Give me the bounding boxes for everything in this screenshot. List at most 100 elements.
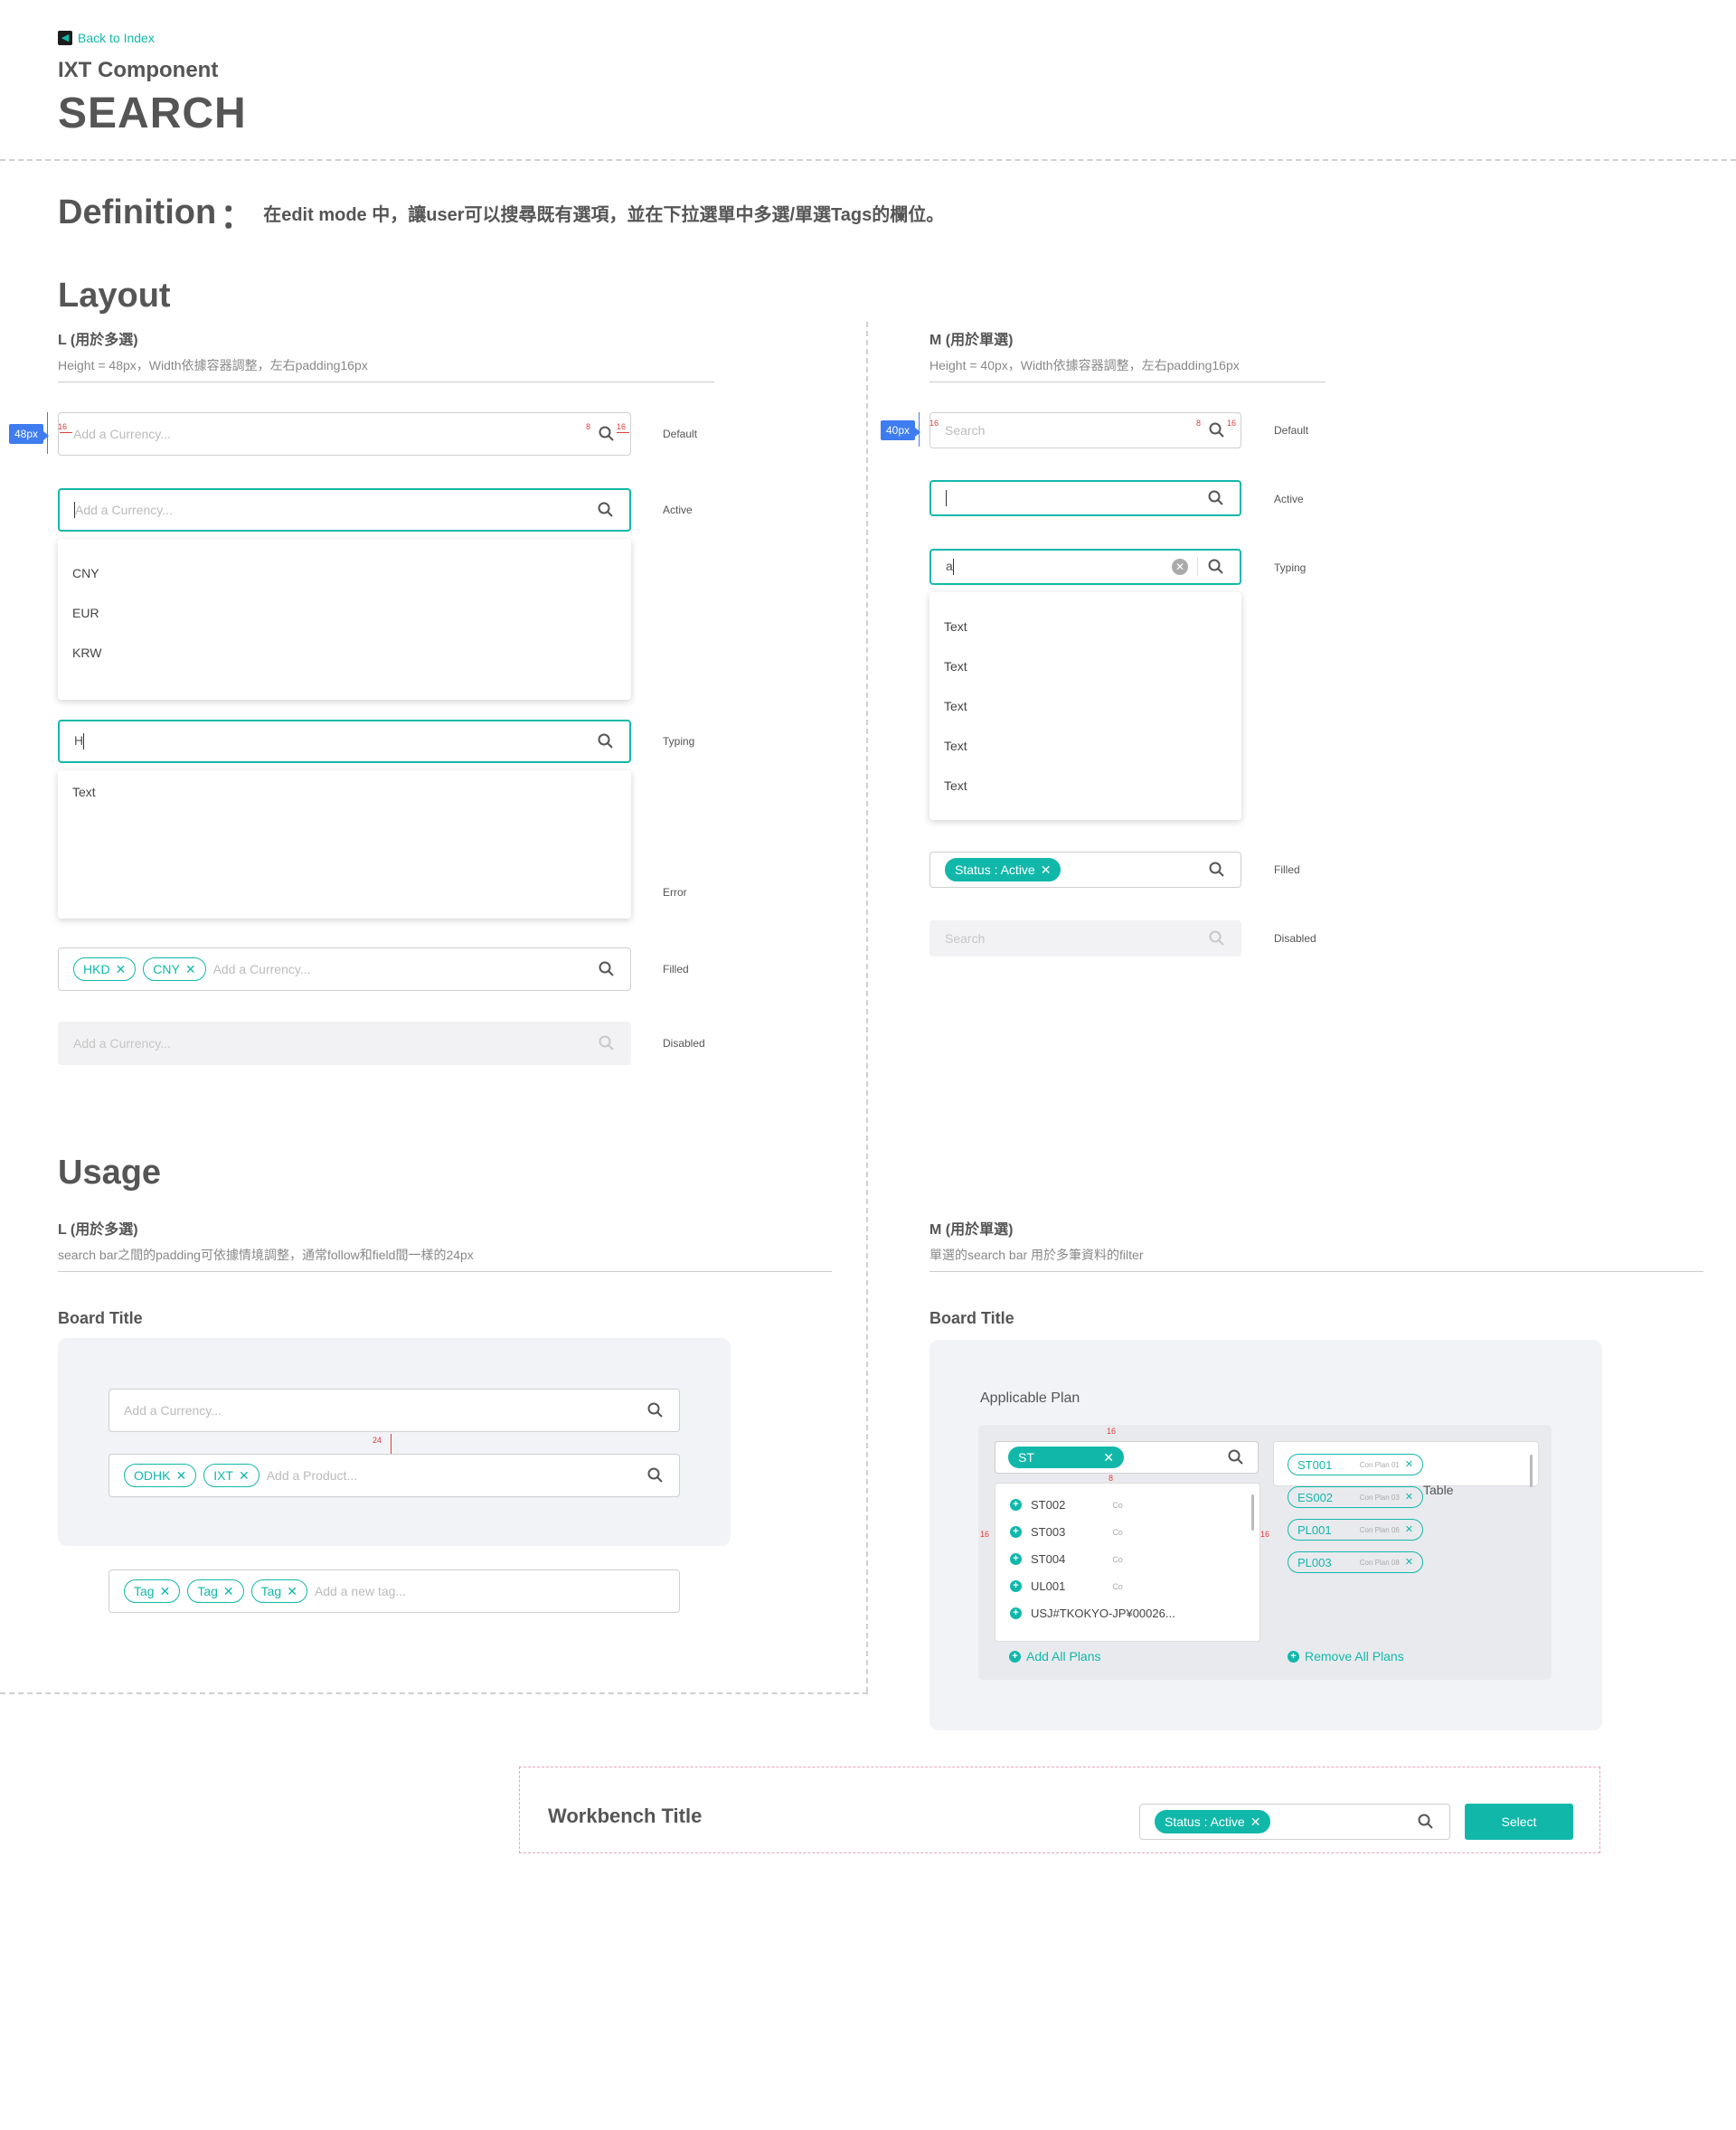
add-all-plans-button[interactable]: + Add All Plans xyxy=(1009,1649,1101,1663)
remove-all-plans-button[interactable]: + Remove All Plans xyxy=(1288,1649,1404,1663)
search-m-filled[interactable]: Status : Active ✕ xyxy=(929,852,1241,888)
tag-chip[interactable]: Tag ✕ xyxy=(250,1579,307,1603)
search-icon[interactable] xyxy=(646,1466,665,1484)
tag-chip[interactable]: IXT ✕ xyxy=(203,1464,259,1487)
plan-list-item[interactable]: + USJ#TKOKYO-JP¥00026... xyxy=(1010,1607,1175,1620)
search-l-filled[interactable]: HKD ✕ CNY ✕ Add a Currency... xyxy=(58,947,631,991)
padding-left-mark: 16 xyxy=(929,419,939,428)
close-icon[interactable]: ✕ xyxy=(1405,1557,1413,1568)
back-to-index-link[interactable]: ◀ Back to Index xyxy=(58,31,155,45)
plus-icon[interactable]: + xyxy=(1010,1607,1022,1619)
selected-plan-chip[interactable]: PL003 Con Plan 08 ✕ xyxy=(1288,1551,1423,1573)
tag-chip[interactable]: Tag ✕ xyxy=(187,1579,244,1603)
search-icon[interactable] xyxy=(597,501,615,519)
close-icon[interactable]: ✕ xyxy=(116,963,127,975)
search-icon[interactable] xyxy=(597,732,615,750)
search-tag-chip[interactable]: ST ✕ xyxy=(1008,1447,1124,1468)
close-icon[interactable]: ✕ xyxy=(1041,863,1052,876)
close-icon[interactable]: ✕ xyxy=(1250,1815,1261,1828)
search-icon[interactable] xyxy=(1207,558,1225,576)
close-icon[interactable]: ✕ xyxy=(185,963,196,975)
selected-plan-chip[interactable]: ST001 Con Plan 01 ✕ xyxy=(1288,1454,1423,1475)
plus-icon: + xyxy=(1288,1650,1299,1663)
close-icon[interactable]: ✕ xyxy=(1405,1459,1413,1470)
dropdown-option[interactable]: Text xyxy=(944,699,967,713)
definition-colon: ： xyxy=(220,198,255,236)
dropdown-option[interactable]: KRW xyxy=(72,646,101,660)
search-m-default-placeholder: Search xyxy=(945,423,986,438)
search-icon[interactable] xyxy=(1208,421,1226,439)
tag-label: HKD xyxy=(83,962,110,976)
close-icon[interactable]: ✕ xyxy=(160,1585,171,1598)
close-icon[interactable]: ✕ xyxy=(287,1585,297,1598)
search-icon[interactable] xyxy=(1227,1448,1245,1466)
search-icon[interactable] xyxy=(1207,489,1225,507)
search-icon[interactable] xyxy=(598,960,616,978)
workbench-search[interactable]: Status : Active ✕ xyxy=(1139,1804,1450,1840)
search-icon[interactable] xyxy=(1417,1813,1435,1831)
state-label-default: Default xyxy=(663,428,698,440)
tag-chip[interactable]: CNY ✕ xyxy=(143,957,206,981)
tag-chip[interactable]: HKD ✕ xyxy=(73,957,137,981)
plus-icon[interactable]: + xyxy=(1010,1553,1022,1565)
close-icon[interactable]: ✕ xyxy=(223,1585,234,1598)
dropdown-option[interactable]: Text xyxy=(944,659,967,674)
scrollbar-thumb[interactable] xyxy=(1251,1494,1254,1531)
dropdown-option[interactable]: Text xyxy=(944,739,967,753)
search-l-active[interactable]: Add a Currency... xyxy=(58,488,631,532)
tag-chip[interactable]: Tag ✕ xyxy=(124,1579,181,1603)
usage-product-search[interactable]: ODHK ✕ IXT ✕ Add a Product... xyxy=(108,1454,680,1497)
close-icon[interactable]: ✕ xyxy=(239,1469,250,1482)
close-icon[interactable]: ✕ xyxy=(1405,1492,1413,1503)
state-label-typing: Typing xyxy=(1274,561,1307,574)
close-icon[interactable]: ✕ xyxy=(1103,1451,1114,1464)
plus-icon[interactable]: + xyxy=(1010,1526,1022,1538)
dropdown-result[interactable]: Text xyxy=(72,785,96,799)
usage-tag-input[interactable]: Tag ✕ Tag ✕ Tag ✕ Add a new tag... xyxy=(108,1569,680,1613)
status-tag-chip[interactable]: Status : Active ✕ xyxy=(945,858,1061,881)
board-title: Board Title xyxy=(929,1309,1014,1327)
search-icon[interactable] xyxy=(598,425,616,443)
scrollbar-thumb[interactable] xyxy=(1530,1455,1533,1487)
search-l-default-placeholder: Add a Currency... xyxy=(73,427,171,441)
dropdown-option[interactable]: CNY xyxy=(72,566,99,580)
product-placeholder: Add a Product... xyxy=(266,1468,358,1483)
tag-label: IXT xyxy=(213,1468,233,1483)
selected-plan-chip[interactable]: PL001 Con Plan 06 ✕ xyxy=(1288,1519,1423,1541)
close-icon[interactable]: ✕ xyxy=(175,1469,186,1482)
select-button[interactable]: Select xyxy=(1465,1804,1573,1840)
search-m-active[interactable] xyxy=(929,480,1241,516)
usage-l-board xyxy=(58,1338,731,1546)
usage-currency-search[interactable]: Add a Currency... xyxy=(108,1389,680,1432)
search-l-default[interactable]: Add a Currency... xyxy=(58,412,631,456)
search-icon[interactable] xyxy=(1208,861,1226,879)
dropdown-option[interactable]: EUR xyxy=(72,606,99,620)
plan-list-item[interactable]: + UL001 Co xyxy=(1010,1579,1123,1593)
tag-label: Tag xyxy=(197,1584,218,1598)
tag-label: Tag xyxy=(260,1584,282,1598)
plus-icon[interactable]: + xyxy=(1010,1499,1022,1511)
plan-list-item[interactable]: + ST004 Co xyxy=(1010,1552,1123,1566)
plan-code: UL001 xyxy=(1031,1579,1066,1593)
dropdown-option[interactable]: Text xyxy=(944,619,967,634)
clear-icon[interactable]: ✕ xyxy=(1172,559,1188,575)
search-l-typing[interactable]: H xyxy=(58,720,631,763)
selected-plan-chip[interactable]: ES002 Con Plan 03 ✕ xyxy=(1288,1486,1423,1508)
back-arrow-icon: ◀ xyxy=(58,31,72,45)
search-icon[interactable] xyxy=(646,1401,665,1419)
back-link-label: Back to Index xyxy=(78,31,155,45)
plan-code: USJ#TKOKYO-JP¥00026... xyxy=(1031,1607,1175,1620)
search-m-default[interactable]: Search xyxy=(929,412,1241,448)
plan-list-item[interactable]: + ST003 Co xyxy=(1010,1525,1123,1539)
status-tag-chip[interactable]: Status : Active ✕ xyxy=(1155,1810,1271,1833)
plus-icon[interactable]: + xyxy=(1010,1580,1022,1592)
search-m-typing[interactable]: a ✕ xyxy=(929,549,1241,585)
tag-chip[interactable]: ODHK ✕ xyxy=(124,1464,197,1487)
dropdown-option[interactable]: Text xyxy=(944,778,967,793)
plan-list-item[interactable]: + ST002 Co xyxy=(1010,1498,1123,1512)
usage-section-title: Usage xyxy=(58,1154,162,1192)
search-m-active-value xyxy=(946,490,1207,507)
icon-gap-mark: 8 xyxy=(1196,419,1202,428)
plan-search[interactable]: ST ✕ xyxy=(995,1441,1259,1474)
close-icon[interactable]: ✕ xyxy=(1405,1524,1413,1535)
